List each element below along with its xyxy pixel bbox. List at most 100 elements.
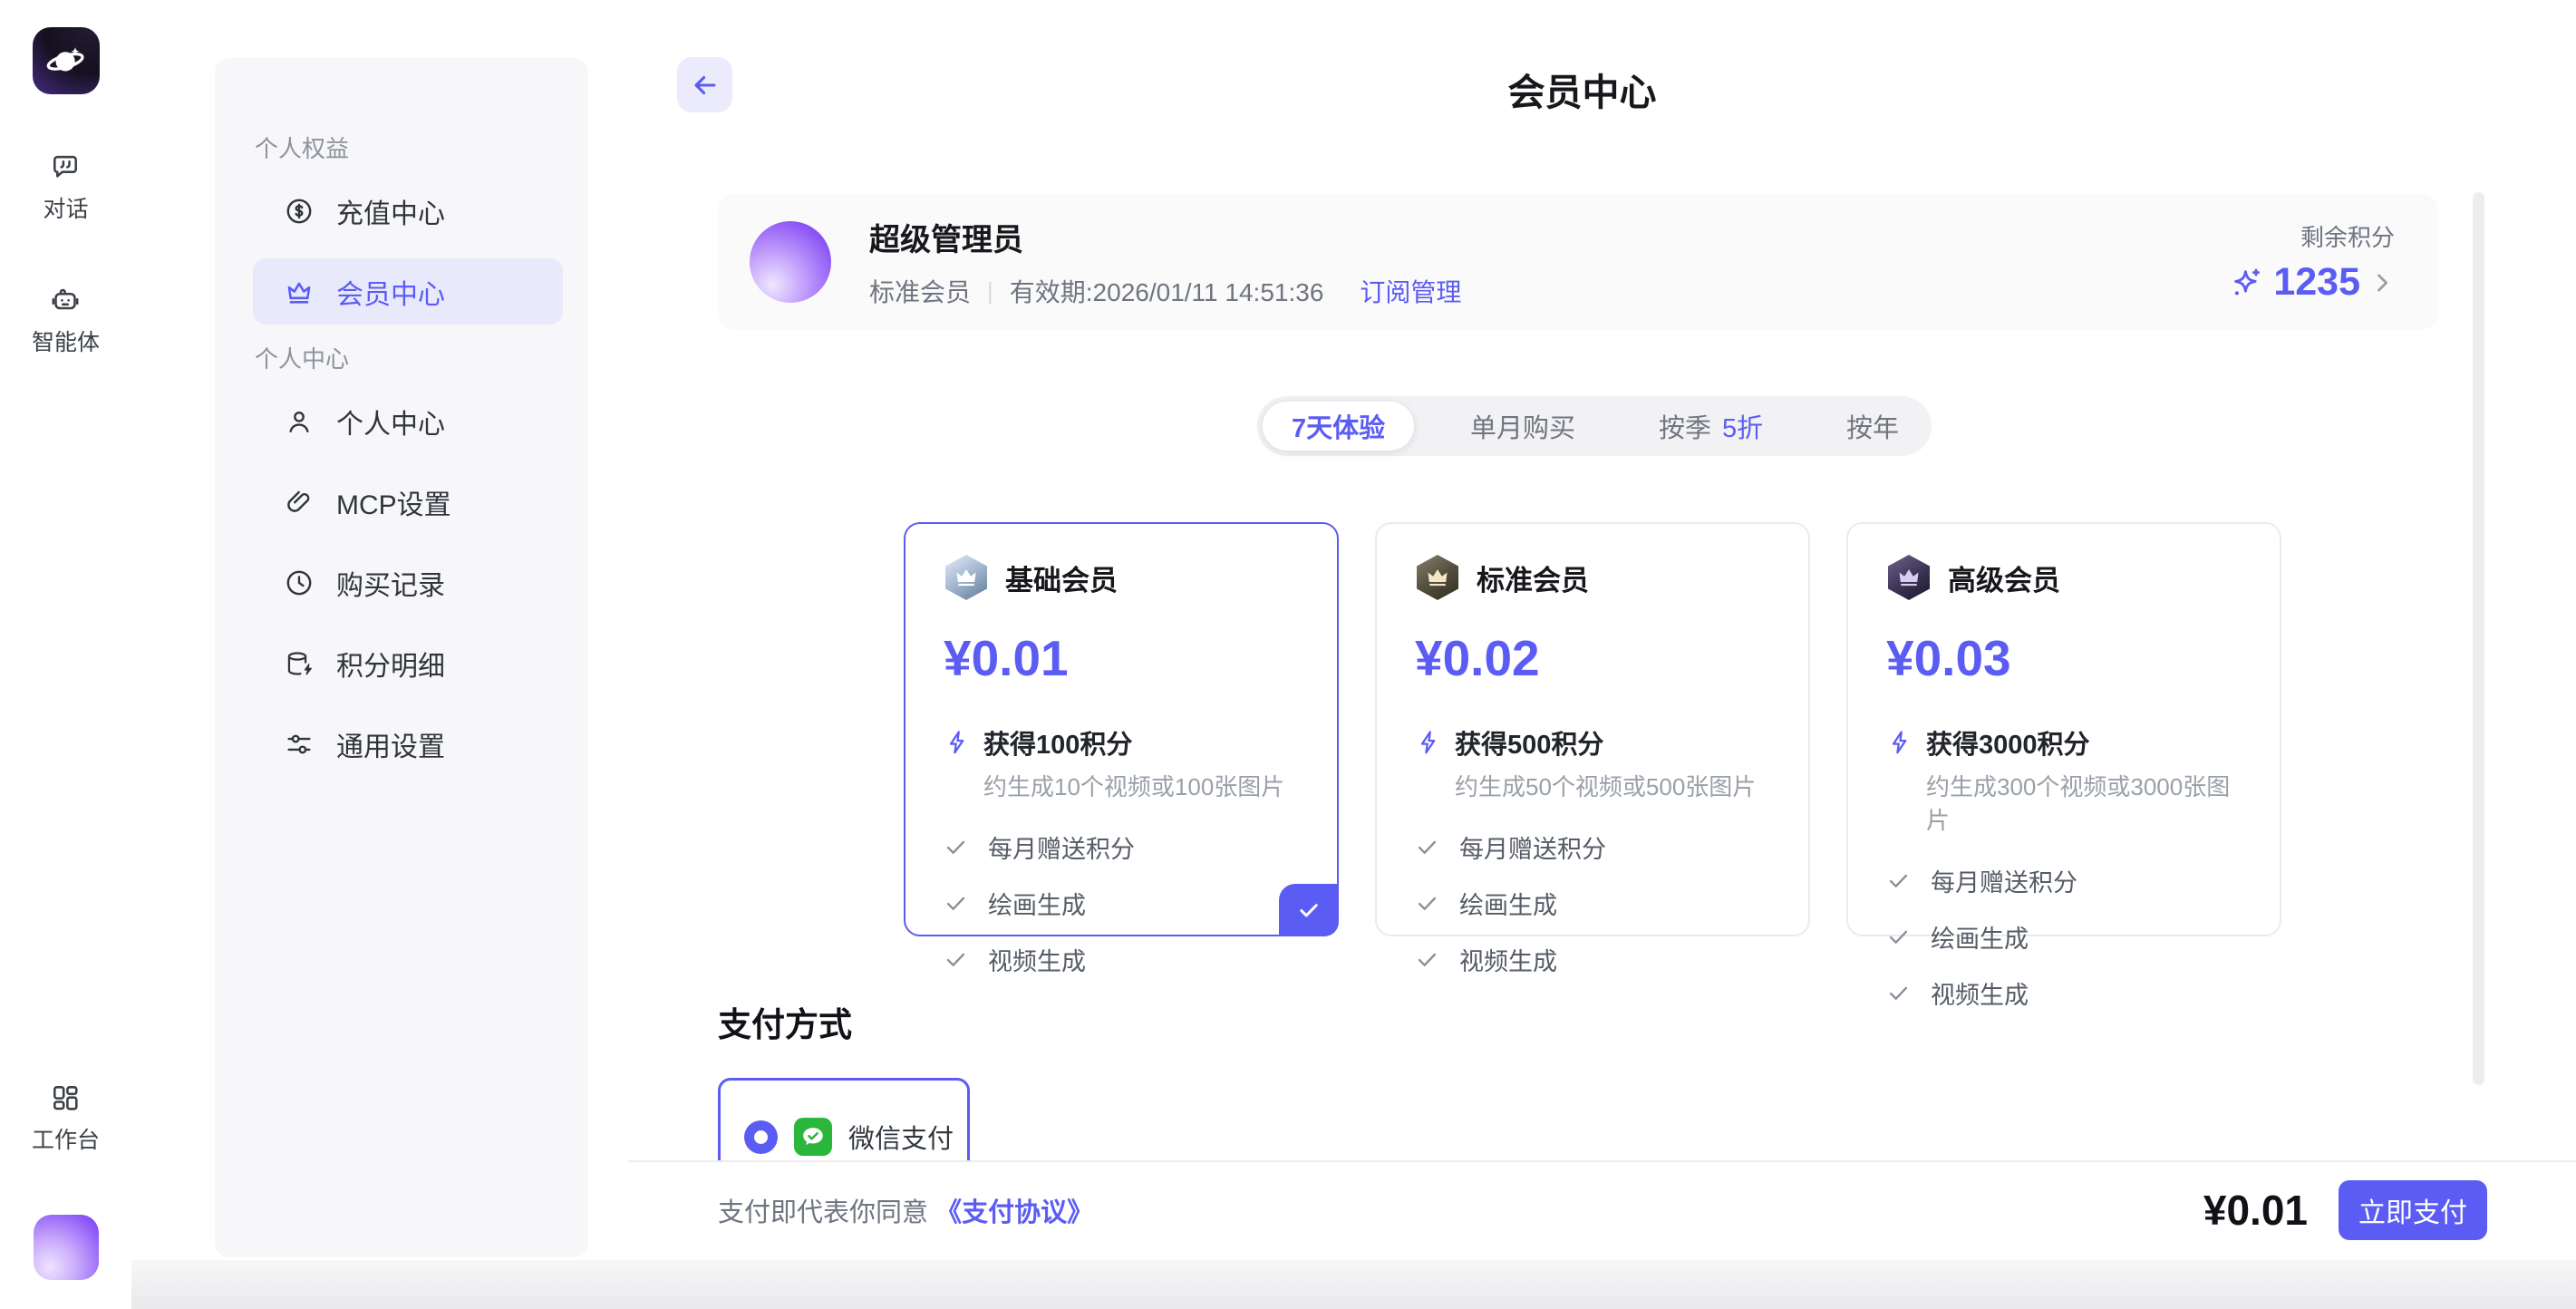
- feature-label: 每月赠送积分: [1459, 829, 1606, 865]
- pay-now-button[interactable]: 立即支付: [2339, 1180, 2487, 1240]
- tab-label: 7天体验: [1292, 407, 1385, 445]
- app-logo[interactable]: [33, 27, 100, 94]
- feature-row: 视频生成: [1886, 975, 2243, 1011]
- validity-text: 有效期:2026/01/11 14:51:36: [1010, 273, 1324, 309]
- checkout-right: ¥0.01 立即支付: [2203, 1180, 2487, 1240]
- clock-icon: [284, 567, 315, 598]
- rail-item-workbench[interactable]: 工作台: [32, 1081, 100, 1155]
- plan-points-text: 获得3000积分: [1926, 723, 2090, 761]
- crown-icon: [284, 276, 315, 307]
- coin-icon: [284, 196, 315, 227]
- membership-center-page: 对话 智能体 工作台 个人权益: [0, 0, 2576, 1309]
- feature-label: 每月赠送积分: [988, 829, 1135, 865]
- sidebar-item-membership-center[interactable]: 会员中心: [253, 258, 563, 325]
- membership-level: 标准会员: [869, 273, 971, 309]
- tab-label: 按年: [1846, 407, 1899, 445]
- sidebar: 个人权益 充值中心 会员中心 个人中心 个人中心: [215, 58, 588, 1257]
- page-title: 会员中心: [588, 62, 2576, 116]
- selected-check-corner: [1279, 884, 1339, 936]
- tab-7day-trial[interactable]: 7天体验: [1263, 402, 1414, 451]
- tab-label: 按季: [1659, 407, 1711, 445]
- user-subline: 标准会员 | 有效期:2026/01/11 14:51:36 订阅管理: [869, 273, 1461, 309]
- plan-desc: 约生成10个视频或100张图片: [983, 769, 1301, 802]
- check-icon: [1886, 981, 1911, 1005]
- tab-yearly[interactable]: 按年: [1819, 402, 1926, 451]
- plan-card-standard[interactable]: 标准会员 ¥0.02 获得500积分 约生成50个视频或500张图片 每月赠送积…: [1375, 522, 1810, 936]
- plan-head: 标准会员: [1415, 555, 1772, 600]
- plan-points-text: 获得100积分: [983, 723, 1132, 761]
- sidebar-item-label: MCP设置: [336, 482, 451, 522]
- bottom-edge-shade: [131, 1260, 2576, 1309]
- vertical-scrollbar[interactable]: [2473, 192, 2484, 1085]
- plan-card-premium[interactable]: 高级会员 ¥0.03 获得3000积分 约生成300个视频或3000张图片 每月…: [1846, 522, 2281, 936]
- plan-features: 每月赠送积分 绘画生成 视频生成: [1415, 829, 1772, 977]
- subscription-manage-link[interactable]: 订阅管理: [1360, 273, 1461, 309]
- check-icon: [1415, 891, 1439, 916]
- payment-method-label: 微信支付: [848, 1118, 954, 1156]
- feature-row: 每月赠送积分: [944, 829, 1301, 865]
- badge-gold-crown-icon: [1415, 555, 1460, 600]
- rail-item-label: 智能体: [32, 325, 100, 357]
- badge-silver-crown-icon: [944, 555, 989, 600]
- badge-dark-crown-icon: [1886, 555, 1932, 600]
- sidebar-item-label: 通用设置: [336, 724, 445, 764]
- plan-name: 基础会员: [1005, 558, 1118, 598]
- plan-card-basic[interactable]: 基础会员 ¥0.01 获得100积分 约生成10个视频或100张图片 每月赠送积…: [904, 522, 1339, 936]
- rail-item-agents[interactable]: 智能体: [32, 284, 100, 357]
- feature-label: 绘画生成: [1459, 886, 1557, 921]
- sidebar-item-personal-center[interactable]: 个人中心: [253, 388, 563, 454]
- sidebar-item-purchase-history[interactable]: 购买记录: [253, 549, 563, 616]
- tab-quarterly[interactable]: 按季 5折: [1632, 402, 1790, 451]
- feature-row: 绘画生成: [944, 886, 1301, 921]
- plan-price: ¥0.03: [1886, 629, 2243, 687]
- wechat-icon: [794, 1118, 832, 1156]
- back-button[interactable]: [677, 57, 732, 112]
- user-name: 超级管理员: [869, 215, 1461, 259]
- sliders-icon: [284, 729, 315, 760]
- sparkle-icon: [2230, 266, 2264, 300]
- payment-agreement-link[interactable]: 《支付协议》: [935, 1198, 1093, 1227]
- feature-label: 每月赠送积分: [1931, 863, 2077, 898]
- plan-desc: 约生成50个视频或500张图片: [1455, 769, 1772, 802]
- sidebar-item-label: 个人中心: [336, 402, 445, 441]
- radio-selected-icon[interactable]: [744, 1120, 778, 1154]
- points-value: 1235: [2273, 260, 2360, 305]
- planet-icon: [43, 37, 90, 84]
- feature-label: 绘画生成: [1931, 919, 2029, 955]
- user-avatar[interactable]: [750, 221, 831, 303]
- feature-row: 每月赠送积分: [1415, 829, 1772, 865]
- plan-price: ¥0.02: [1415, 629, 1772, 687]
- plan-name: 标准会员: [1477, 558, 1589, 598]
- user-info-card: 超级管理员 标准会员 | 有效期:2026/01/11 14:51:36 订阅管…: [718, 194, 2438, 330]
- plan-name: 高级会员: [1948, 558, 2060, 598]
- user-avatar-small[interactable]: [34, 1215, 99, 1280]
- checkout-bar: 支付即代表你同意 《支付协议》 ¥0.01 立即支付: [588, 1160, 2576, 1260]
- feature-row: 每月赠送积分: [1886, 863, 2243, 898]
- feature-row: 绘画生成: [1415, 886, 1772, 921]
- sidebar-section-benefits: 个人权益: [255, 129, 563, 165]
- total-price: ¥0.01: [2203, 1186, 2308, 1235]
- divider: |: [987, 277, 993, 305]
- sidebar-item-points-detail[interactable]: 积分明细: [253, 630, 563, 696]
- tab-label: 单月购买: [1470, 407, 1575, 445]
- sidebar-item-recharge-center[interactable]: 充值中心: [253, 178, 563, 244]
- plan-features: 每月赠送积分 绘画生成 视频生成: [944, 829, 1301, 977]
- lightning-icon: [944, 729, 971, 756]
- tab-monthly[interactable]: 单月购买: [1443, 402, 1603, 451]
- sidebar-item-mcp-settings[interactable]: MCP设置: [253, 469, 563, 535]
- sidebar-item-general-settings[interactable]: 通用设置: [253, 711, 563, 777]
- feature-label: 视频生成: [1931, 975, 2029, 1011]
- sidebar-item-label: 会员中心: [336, 272, 445, 312]
- points-row[interactable]: 1235: [2230, 260, 2395, 305]
- user-texts: 超级管理员 标准会员 | 有效期:2026/01/11 14:51:36 订阅管…: [869, 215, 1461, 309]
- robot-icon: [49, 284, 82, 316]
- agreement-prefix: 支付即代表你同意: [718, 1198, 928, 1227]
- sidebar-section-personal: 个人中心: [255, 339, 563, 375]
- plan-points-text: 获得500积分: [1455, 723, 1603, 761]
- feature-row: 视频生成: [1415, 942, 1772, 977]
- rail-item-chat[interactable]: 对话: [43, 150, 88, 224]
- user-icon: [284, 406, 315, 437]
- check-icon: [1886, 868, 1911, 893]
- sidebar-item-label: 购买记录: [336, 563, 445, 603]
- plan-points-row: 获得500积分: [1415, 723, 1772, 761]
